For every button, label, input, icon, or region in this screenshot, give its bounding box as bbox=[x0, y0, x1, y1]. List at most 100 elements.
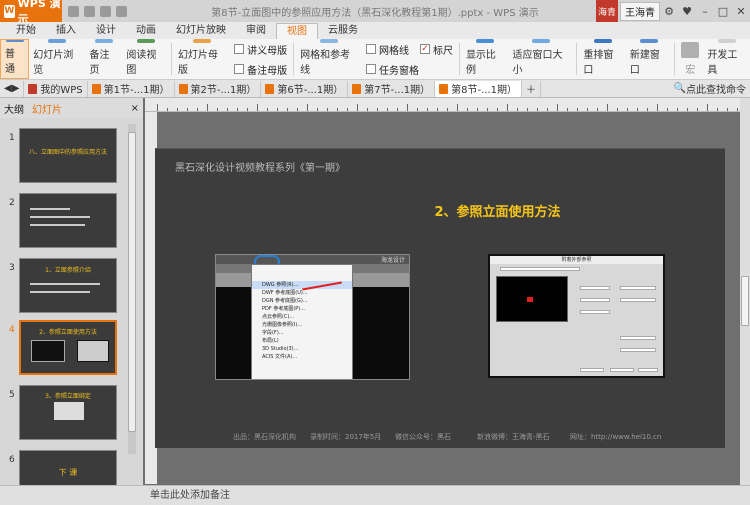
wps-logo-icon: W bbox=[4, 4, 15, 18]
cad-menu-screenshot[interactable]: 海龙设计 DWG 参照(R)... DWF 参考底图(U)... DGN 参考底… bbox=[215, 254, 410, 380]
notes-page-button[interactable]: 备注页 bbox=[85, 39, 122, 79]
user-name[interactable]: 王海青 bbox=[620, 1, 660, 21]
tab-animation[interactable]: 动画 bbox=[126, 23, 166, 39]
ruler-tick bbox=[637, 108, 638, 111]
close-icon[interactable]: ✕ bbox=[732, 5, 750, 18]
handout-master-button[interactable]: 讲义母版 bbox=[234, 42, 287, 57]
notes-master-button[interactable]: 备注母版 bbox=[234, 62, 287, 77]
ruler-tick bbox=[157, 104, 158, 111]
reading-view-icon bbox=[136, 39, 155, 43]
slide-master-button[interactable]: 幻灯片母版 bbox=[174, 39, 230, 79]
tab-cloud[interactable]: 云服务 bbox=[318, 23, 368, 39]
doc-tab-2[interactable]: 第2节-...1期） bbox=[175, 80, 262, 97]
slide-thumb-5[interactable]: 3、参照立面绑定 bbox=[19, 385, 117, 440]
ruler-tick bbox=[337, 108, 338, 111]
normal-view-icon bbox=[5, 40, 24, 42]
ruler-tick bbox=[367, 108, 368, 111]
ribbon-separator bbox=[170, 43, 172, 75]
notes-input[interactable]: 单击此处添加备注 bbox=[150, 486, 230, 501]
normal-view-button[interactable]: 普通 bbox=[0, 39, 30, 79]
thumbnail-scrollbar[interactable] bbox=[128, 124, 136, 454]
tab-insert[interactable]: 插入 bbox=[46, 23, 86, 39]
ruler-tick bbox=[397, 108, 398, 111]
footer-author: 新浪微博：王海青-黑石 bbox=[477, 433, 550, 441]
ruler-tick bbox=[227, 108, 228, 111]
slide-thumb-6[interactable]: 下 课 bbox=[19, 450, 117, 485]
tab-review[interactable]: 审阅 bbox=[236, 23, 276, 39]
settings-icon[interactable]: ⚙ bbox=[660, 5, 678, 18]
macro-button[interactable]: 宏 bbox=[677, 39, 703, 79]
reading-view-button[interactable]: 阅读视图 bbox=[122, 39, 169, 79]
user-avatar[interactable]: 海青 bbox=[596, 0, 618, 22]
redo-icon[interactable] bbox=[116, 5, 127, 17]
slide-thumb-3[interactable]: 1、立面参照介绍 bbox=[19, 258, 117, 313]
ruler-tick bbox=[177, 108, 178, 111]
slide-thumb-1[interactable]: 八、立面图中的参照应用方法 bbox=[19, 128, 117, 183]
tab-back-icon[interactable]: ◀▶ bbox=[0, 80, 25, 97]
ruler-tick bbox=[327, 108, 328, 111]
slide-browse-button[interactable]: 幻灯片浏览 bbox=[29, 39, 85, 79]
current-slide[interactable]: 黑石深化设计视频教程系列《第一期》 2、参照立面使用方法 海龙设计 DWG 参照… bbox=[155, 148, 725, 448]
doc-tab-6[interactable]: 第6节-...1期） bbox=[261, 80, 349, 97]
arrange-window-icon bbox=[593, 39, 612, 43]
thumb-title: 2、参照立面使用方法 bbox=[39, 329, 97, 336]
tab-home[interactable]: 开始 bbox=[6, 23, 46, 39]
new-tab-button[interactable]: ＋ bbox=[522, 80, 542, 97]
tab-view[interactable]: 视图 bbox=[276, 23, 318, 39]
scroll-thumb[interactable] bbox=[741, 276, 749, 326]
maximize-icon[interactable]: □ bbox=[714, 5, 732, 18]
wps-app-button[interactable]: W WPS 演示 bbox=[0, 0, 62, 26]
command-search[interactable]: 🔍 点此查找命令 bbox=[670, 81, 750, 97]
arrange-window-button[interactable]: 重排窗口 bbox=[579, 39, 626, 79]
ruler-tick bbox=[707, 104, 708, 111]
notes-page-icon bbox=[94, 39, 113, 43]
menu-tabs: 开始 插入 设计 动画 幻灯片放映 审阅 视图 云服务 bbox=[0, 22, 750, 39]
print-icon[interactable] bbox=[84, 5, 95, 17]
ruler-tick bbox=[467, 108, 468, 111]
tab-outline[interactable]: 大纲 bbox=[0, 101, 28, 116]
ruler-tick bbox=[517, 108, 518, 111]
ruler-tick bbox=[607, 104, 608, 111]
slide-heading[interactable]: 2、参照立面使用方法 bbox=[155, 201, 725, 220]
ruler-tick bbox=[347, 108, 348, 111]
ruler-tick bbox=[617, 108, 618, 111]
series-title[interactable]: 黑石深化设计视频教程系列《第一期》 bbox=[175, 159, 345, 174]
skin-icon[interactable]: ♥ bbox=[678, 5, 696, 18]
ruler-tick bbox=[597, 108, 598, 111]
gridlines-checkbox[interactable]: 网格线 ✓ 标尺 bbox=[365, 42, 453, 57]
doc-tab-my-wps[interactable]: 我的WPS bbox=[24, 80, 88, 97]
ruler-tick bbox=[677, 108, 678, 111]
minimize-icon[interactable]: – bbox=[696, 5, 714, 18]
grid-guides-button[interactable]: 网格和参考线 bbox=[296, 39, 362, 79]
ruler-tick bbox=[417, 108, 418, 111]
slide-thumb-2[interactable] bbox=[19, 193, 117, 248]
zoom-button[interactable]: 显示比例 bbox=[462, 39, 509, 79]
taskpane-checkbox[interactable]: 任务窗格 bbox=[365, 62, 453, 77]
dialog-preview bbox=[496, 276, 568, 322]
ruler-tick bbox=[487, 108, 488, 111]
dev-tools-button[interactable]: 开发工具 bbox=[703, 39, 750, 79]
ruler-tick bbox=[557, 104, 558, 111]
footer-date: 录制时间：2017年5月 bbox=[310, 433, 382, 441]
ruler-checkbox[interactable]: ✓ bbox=[419, 44, 430, 54]
dev-tools-icon bbox=[717, 39, 736, 43]
new-window-button[interactable]: 新建窗口 bbox=[626, 39, 673, 79]
panel-close-icon[interactable]: × bbox=[127, 103, 143, 114]
grid-icon bbox=[320, 39, 339, 43]
doc-tab-8[interactable]: 第8节-...1期） bbox=[435, 80, 523, 97]
thumb-title: 1、立面参照介绍 bbox=[45, 267, 91, 274]
save-icon[interactable] bbox=[68, 5, 79, 17]
thumb-number: 1 bbox=[9, 133, 15, 143]
tab-slides[interactable]: 幻灯片 bbox=[28, 101, 66, 116]
doc-tab-1[interactable]: 第1节-...1期） bbox=[88, 80, 175, 97]
tab-slideshow[interactable]: 幻灯片放映 bbox=[166, 23, 236, 39]
tab-design[interactable]: 设计 bbox=[86, 23, 126, 39]
fit-window-button[interactable]: 适应窗口大小 bbox=[509, 39, 575, 79]
ruler-tick bbox=[307, 104, 308, 111]
slide-thumb-4[interactable]: 2、参照立面使用方法 bbox=[19, 320, 117, 375]
vertical-scrollbar[interactable] bbox=[740, 98, 750, 485]
doc-tab-7[interactable]: 第7节-...1期） bbox=[348, 80, 436, 97]
undo-icon[interactable] bbox=[100, 5, 111, 17]
horizontal-ruler bbox=[145, 98, 748, 112]
attach-xref-dialog-screenshot[interactable]: 附着外部参照 bbox=[488, 254, 665, 378]
